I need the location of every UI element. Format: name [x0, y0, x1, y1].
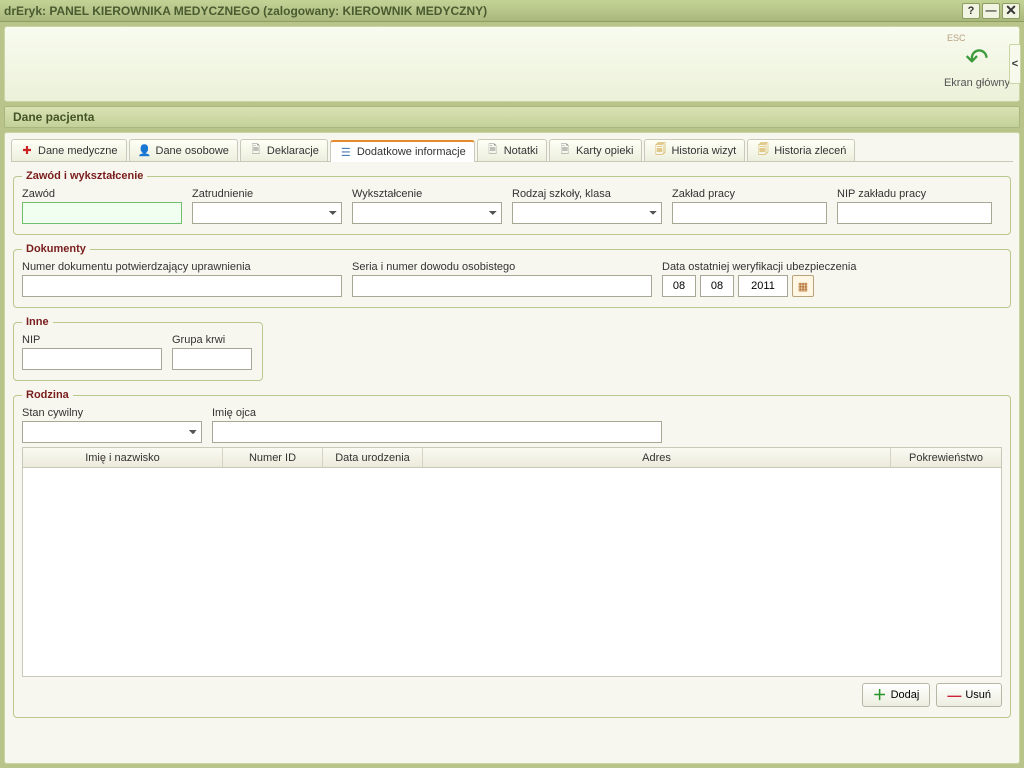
window-title: drEryk: PANEL KIEROWNIKA MEDYCZNEGO (zal… — [4, 4, 960, 18]
group-zawod: Zawód i wykształcenie Zawód Zatrudnienie… — [13, 170, 1011, 235]
section-header: Dane pacjenta — [4, 106, 1020, 128]
legend-dokumenty: Dokumenty — [22, 243, 90, 255]
usun-button[interactable]: —Usuń — [936, 683, 1002, 707]
card-icon: 🗎 — [558, 144, 572, 158]
tab-dodatkowe-informacje[interactable]: ☰Dodatkowe informacje — [330, 140, 475, 162]
return-arrow-icon: ↶ — [941, 45, 1013, 73]
tab-dane-osobowe[interactable]: 👤Dane osobowe — [129, 139, 238, 161]
person-icon: 👤 — [138, 144, 152, 158]
label-numer-dok: Numer dokumentu potwierdzający uprawnien… — [22, 261, 342, 273]
stan-cywilny-select[interactable] — [22, 421, 202, 443]
label-seria-dowod: Seria i numer dowodu osobistego — [352, 261, 652, 273]
col-data-urodzenia[interactable]: Data urodzenia — [323, 448, 423, 467]
tab-karty-opieki[interactable]: 🗎Karty opieki — [549, 139, 642, 161]
rodzina-table: Imię i nazwisko Numer ID Data urodzenia … — [22, 447, 1002, 677]
grupa-krwi-input[interactable] — [172, 348, 252, 370]
label-nip-zakladu: NIP zakładu pracy — [837, 188, 992, 200]
seria-dowod-input[interactable] — [352, 275, 652, 297]
window-titlebar: drEryk: PANEL KIEROWNIKA MEDYCZNEGO (zal… — [0, 0, 1024, 22]
minus-icon: — — [947, 688, 961, 702]
section-title: Dane pacjenta — [13, 110, 94, 124]
calendar-button[interactable]: ▦ — [792, 275, 814, 297]
toolbar-expand-chevron-icon[interactable]: < — [1009, 44, 1021, 84]
dodaj-button[interactable]: ＋Dodaj — [862, 683, 931, 707]
legend-inne: Inne — [22, 316, 53, 328]
label-zatrudnienie: Zatrudnienie — [192, 188, 342, 200]
main-screen-label: Ekran główny — [941, 77, 1013, 89]
label-nip: NIP — [22, 334, 162, 346]
legend-zawod: Zawód i wykształcenie — [22, 170, 147, 182]
label-imie-ojca: Imię ojca — [212, 407, 662, 419]
label-grupa-krwi: Grupa krwi — [172, 334, 252, 346]
rodzaj-szkoly-select[interactable] — [512, 202, 662, 224]
zaklad-pracy-input[interactable] — [672, 202, 827, 224]
nip-input[interactable] — [22, 348, 162, 370]
legend-rodzina: Rodzina — [22, 389, 73, 401]
content-panel: ✚Dane medyczne 👤Dane osobowe 🗎Deklaracje… — [4, 132, 1020, 764]
imie-ojca-input[interactable] — [212, 421, 662, 443]
orders-icon: 🗐 — [756, 144, 770, 158]
zatrudnienie-select[interactable] — [192, 202, 342, 224]
col-adres[interactable]: Adres — [423, 448, 891, 467]
group-rodzina: Rodzina Stan cywilny Imię ojca Imię i na… — [13, 389, 1011, 718]
label-data-weryf: Data ostatniej weryfikacji ubezpieczenia — [662, 261, 856, 273]
col-imie-nazwisko[interactable]: Imię i nazwisko — [23, 448, 223, 467]
zawod-input[interactable] — [22, 202, 182, 224]
table-buttons: ＋Dodaj —Usuń — [22, 683, 1002, 707]
col-pokrewienstwo[interactable]: Pokrewieństwo — [891, 448, 1001, 467]
document-icon: 🗎 — [249, 144, 263, 158]
main-screen-button[interactable]: ESC ↶ Ekran główny — [941, 31, 1013, 97]
tab-notatki[interactable]: 🗎Notatki — [477, 139, 547, 161]
nip-zakladu-input[interactable] — [837, 202, 992, 224]
date-year-input[interactable] — [738, 275, 788, 297]
label-stan-cywilny: Stan cywilny — [22, 407, 202, 419]
date-day-input[interactable] — [662, 275, 696, 297]
table-header: Imię i nazwisko Numer ID Data urodzenia … — [23, 448, 1001, 468]
calendar-icon: ▦ — [798, 280, 808, 293]
medical-icon: ✚ — [20, 144, 34, 158]
table-body[interactable] — [23, 468, 1001, 676]
tab-historia-wizyt[interactable]: 🗐Historia wizyt — [644, 139, 745, 161]
help-button[interactable]: ? — [962, 3, 980, 19]
close-button[interactable]: ✕ — [1002, 3, 1020, 19]
tab-deklaracje[interactable]: 🗎Deklaracje — [240, 139, 328, 161]
data-weryf-date: ▦ — [662, 275, 856, 297]
history-icon: 🗐 — [653, 144, 667, 158]
minimize-button[interactable]: — — [982, 3, 1000, 19]
label-wyksztalcenie: Wykształcenie — [352, 188, 502, 200]
tab-historia-zlecen[interactable]: 🗐Historia zleceń — [747, 139, 855, 161]
label-zawod: Zawód — [22, 188, 182, 200]
main-toolbar: ESC ↶ Ekran główny < — [4, 26, 1020, 102]
col-numer-id[interactable]: Numer ID — [223, 448, 323, 467]
label-zaklad-pracy: Zakład pracy — [672, 188, 827, 200]
esc-label: ESC — [947, 33, 966, 43]
tab-dane-medyczne[interactable]: ✚Dane medyczne — [11, 139, 127, 161]
tab-bar: ✚Dane medyczne 👤Dane osobowe 🗎Deklaracje… — [11, 139, 1013, 162]
group-dokumenty: Dokumenty Numer dokumentu potwierdzający… — [13, 243, 1011, 308]
plus-icon: ＋ — [873, 688, 887, 702]
notes-icon: 🗎 — [486, 144, 500, 158]
numer-dok-input[interactable] — [22, 275, 342, 297]
label-rodzaj-szkoly: Rodzaj szkoły, klasa — [512, 188, 662, 200]
group-inne: Inne NIP Grupa krwi — [13, 316, 263, 381]
wyksztalcenie-select[interactable] — [352, 202, 502, 224]
list-icon: ☰ — [339, 145, 353, 159]
date-month-input[interactable] — [700, 275, 734, 297]
